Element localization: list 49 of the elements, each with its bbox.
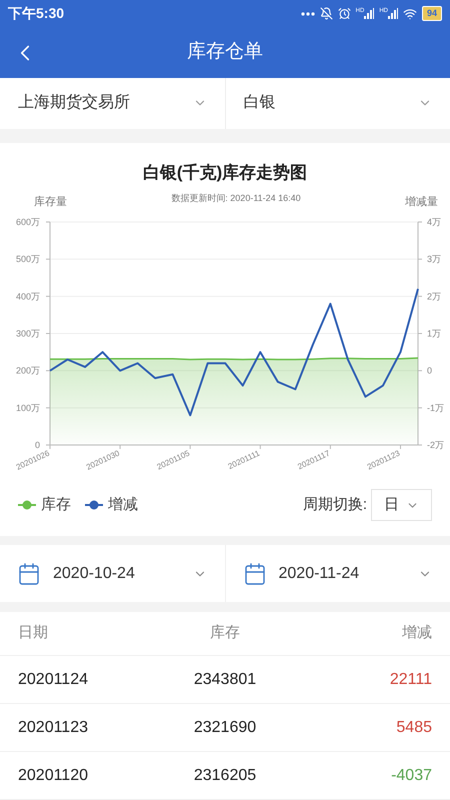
- axis-title: 增减量: [405, 194, 438, 210]
- y-axis-label: -2万: [427, 440, 444, 450]
- dots-icon: [300, 12, 315, 16]
- y-axis-label: -1万: [427, 403, 444, 414]
- y-axis-label: 3万: [427, 254, 442, 264]
- table-cell-text: 20201124: [18, 670, 89, 690]
- y-axis-label: 0: [427, 366, 432, 376]
- y-axis-label: 1万: [427, 328, 442, 339]
- alarm-icon: [338, 7, 351, 20]
- calendar-icon: [17, 562, 41, 586]
- period-select[interactable]: 日: [371, 489, 432, 522]
- axis-title: 库存量: [34, 194, 67, 210]
- y-axis-label: 400万: [16, 292, 40, 302]
- chart-subtitle: 数据更新时间: 2020-11-24 16:40: [171, 192, 301, 205]
- table-cell-text: 2343801: [192, 670, 258, 690]
- legend-label: 库存: [41, 495, 71, 516]
- signal-icon: [364, 8, 374, 20]
- y-axis-label: 500万: [16, 254, 40, 264]
- table-cell-text: 22111: [388, 670, 432, 690]
- battery-indicator: 94: [422, 6, 442, 22]
- y-axis-label: 100万: [16, 403, 40, 414]
- calendar-icon: [242, 562, 266, 586]
- wifi-icon: [402, 6, 417, 21]
- status-time: 下午5:30: [8, 4, 64, 24]
- table-cell-text: 20201120: [18, 766, 89, 786]
- chart-title: 白银(千克)库存走势图: [142, 162, 308, 184]
- bell-off-icon: [320, 7, 333, 20]
- filter-dropdown[interactable]: 上海期货交易所: [0, 78, 226, 130]
- filter-dropdown[interactable]: 白银: [226, 78, 450, 130]
- legend-label: 增减: [108, 495, 138, 516]
- y-axis-label: 200万: [16, 366, 40, 376]
- column-header: 日期: [18, 623, 49, 644]
- period-label: 周期切换:: [302, 495, 367, 516]
- column-header: 库存: [209, 623, 241, 644]
- date-picker[interactable]: 2020-10-24: [0, 545, 226, 602]
- page-title: 库存仓单: [187, 40, 263, 64]
- table-cell-text: 5485: [395, 718, 432, 738]
- table-cell-text: 20201123: [18, 718, 89, 738]
- y-axis-label: 300万: [16, 328, 40, 339]
- y-axis-label: 2万: [427, 292, 442, 302]
- table-cell-text: 2316205: [192, 766, 258, 786]
- y-axis-label: 0: [34, 440, 40, 450]
- y-axis-label: 4万: [427, 217, 442, 228]
- column-header: 增减: [401, 623, 432, 644]
- date-picker[interactable]: 2020-11-24: [226, 545, 450, 602]
- signal-icon: [388, 8, 398, 20]
- table-cell-text: 2321690: [192, 718, 258, 738]
- y-axis-label: 600万: [16, 217, 40, 228]
- table-cell-text: -4037: [390, 766, 432, 786]
